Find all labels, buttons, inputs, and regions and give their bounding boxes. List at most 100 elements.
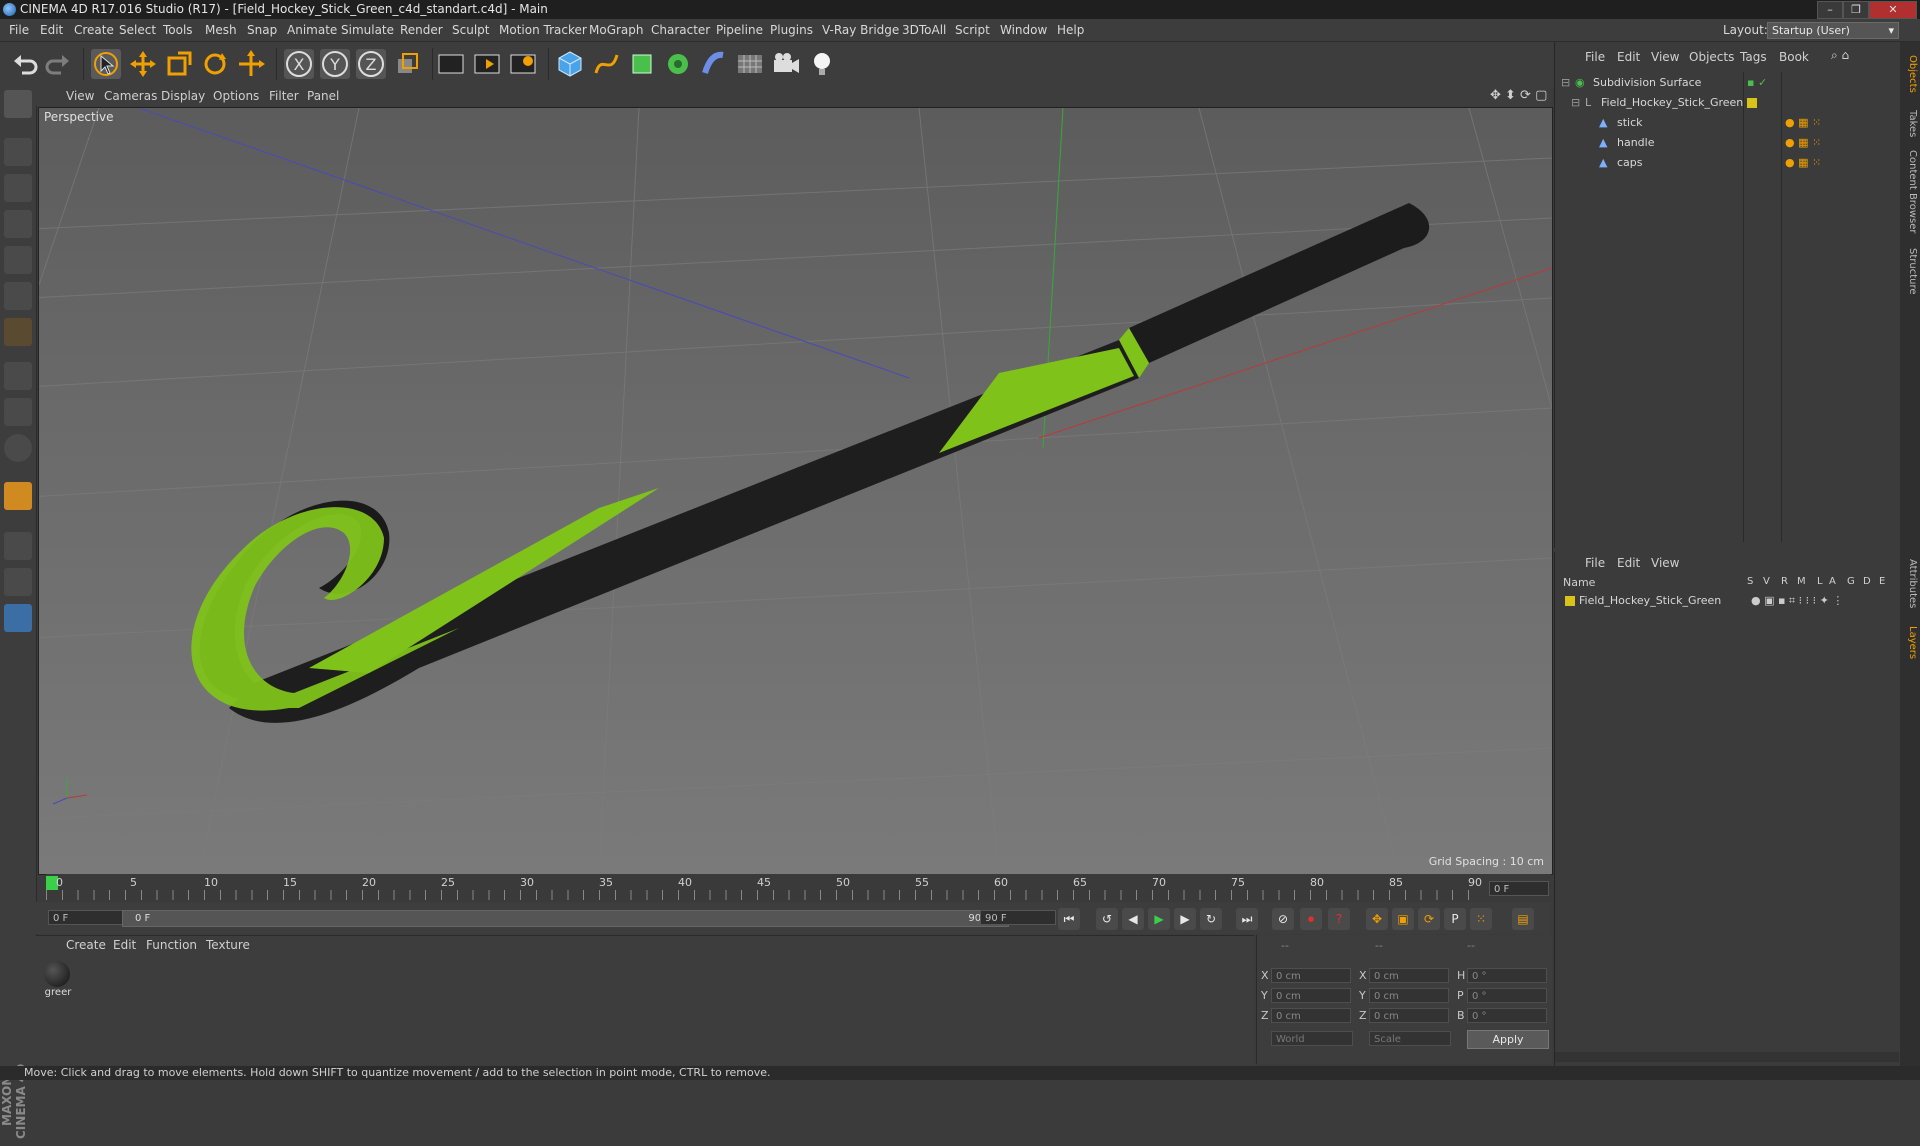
- material-menu-edit[interactable]: Edit: [113, 938, 136, 952]
- select-icon[interactable]: [91, 49, 121, 79]
- record-button[interactable]: ⏺: [1300, 908, 1322, 930]
- material-tags-icon[interactable]: ● ▦ ⁙: [1785, 134, 1821, 152]
- render-to-picture-viewer-icon[interactable]: [472, 49, 502, 79]
- material-menu-create[interactable]: Create: [66, 938, 106, 952]
- frame-range-slider[interactable]: 0 F 90 F: [122, 910, 1009, 927]
- menu-plugins[interactable]: Plugins: [770, 19, 813, 41]
- tweak-mode-icon[interactable]: [4, 398, 32, 426]
- next-key-button[interactable]: ↻: [1200, 908, 1222, 930]
- size-y-field[interactable]: 0 cm: [1369, 988, 1449, 1003]
- object-row-caps[interactable]: ▲ caps ● ▦ ⁙: [1555, 154, 1899, 172]
- rotation-b-field[interactable]: 0 °: [1467, 1008, 1547, 1023]
- current-frame-field[interactable]: 0 F: [1489, 881, 1549, 896]
- menu-sculpt[interactable]: Sculpt: [452, 19, 489, 41]
- play-button[interactable]: ▶: [1148, 908, 1170, 930]
- end-frame-field[interactable]: 90 F: [980, 910, 1056, 925]
- object-row-stick[interactable]: ▲ stick ● ▦ ⁙: [1555, 114, 1899, 132]
- record-keys-off-button[interactable]: ⊘: [1272, 908, 1294, 930]
- viewport-menu-cameras[interactable]: Cameras: [104, 86, 157, 106]
- objects-menu-file[interactable]: File: [1585, 50, 1605, 64]
- nurbs-icon[interactable]: [627, 49, 657, 79]
- layers-menu-file[interactable]: File: [1585, 556, 1605, 570]
- menu-script[interactable]: Script: [955, 19, 990, 41]
- tab-layers[interactable]: Layers: [1902, 620, 1918, 666]
- search-icon[interactable]: ⌕ ⌂: [1831, 48, 1849, 63]
- move-icon[interactable]: [128, 49, 158, 79]
- key-position-button[interactable]: ✥: [1366, 908, 1388, 930]
- size-x-field[interactable]: 0 cm: [1369, 968, 1449, 983]
- autokey-button[interactable]: ?: [1328, 908, 1350, 930]
- timeline-ruler[interactable]: 0 5 10 15 20 25 30 35 40 45 50 55 60 65 …: [46, 874, 1551, 902]
- start-frame-field[interactable]: 0 F: [48, 910, 124, 925]
- menu-help[interactable]: Help: [1057, 19, 1084, 41]
- layers-menu-edit[interactable]: Edit: [1617, 556, 1640, 570]
- axis-x-icon[interactable]: X: [284, 49, 314, 79]
- tab-structure[interactable]: Structure: [1902, 242, 1918, 300]
- objects-menu-bookmarks[interactable]: Book: [1779, 50, 1809, 64]
- rotation-p-field[interactable]: 0 °: [1467, 988, 1547, 1003]
- snap-icon[interactable]: [4, 434, 32, 462]
- object-row-subdivision-surface[interactable]: ⊟ ◉ Subdivision Surface ▪ ✓: [1555, 74, 1899, 92]
- position-y-field[interactable]: 0 cm: [1271, 988, 1351, 1003]
- menu-select[interactable]: Select: [119, 19, 156, 41]
- rotation-h-field[interactable]: 0 °: [1467, 968, 1547, 983]
- edges-mode-icon[interactable]: [4, 282, 32, 310]
- menu-edit[interactable]: Edit: [40, 19, 63, 41]
- previous-frame-button[interactable]: ◀: [1122, 908, 1144, 930]
- menu-character[interactable]: Character: [651, 19, 710, 41]
- texture-mode-icon[interactable]: [4, 174, 32, 202]
- scale-icon[interactable]: [164, 49, 194, 79]
- maximize-button[interactable]: ❐: [1843, 1, 1869, 19]
- viewport-menu-options[interactable]: Options: [213, 86, 259, 106]
- layers-menu-view[interactable]: View: [1651, 556, 1679, 570]
- menu-snap[interactable]: Snap: [247, 19, 277, 41]
- objects-menu-edit[interactable]: Edit: [1617, 50, 1640, 64]
- viewport-navigate-icons[interactable]: ✥ ⬍ ⟳ ▢: [1490, 86, 1547, 106]
- menu-window[interactable]: Window: [1000, 19, 1047, 41]
- coordinate-system-icon[interactable]: [392, 49, 422, 79]
- objects-menu-objects[interactable]: Objects: [1689, 50, 1734, 64]
- magnet-icon[interactable]: [4, 482, 32, 510]
- apply-button[interactable]: Apply: [1467, 1030, 1549, 1049]
- position-x-field[interactable]: 0 cm: [1271, 968, 1351, 983]
- object-row-field-hockey-stick[interactable]: ⊟ L Field_Hockey_Stick_Green: [1555, 94, 1899, 112]
- tab-takes[interactable]: Takes: [1902, 106, 1918, 142]
- make-editable-icon[interactable]: [4, 90, 32, 118]
- menu-file[interactable]: File: [9, 19, 29, 41]
- menu-mograph[interactable]: MoGraph: [589, 19, 644, 41]
- light-icon[interactable]: [807, 49, 837, 79]
- rotate-icon[interactable]: [200, 49, 230, 79]
- axis-y-icon[interactable]: Y: [320, 49, 350, 79]
- previous-key-button[interactable]: ↺: [1096, 908, 1118, 930]
- layer-color-swatch[interactable]: [1565, 596, 1575, 606]
- redo-icon[interactable]: [43, 49, 73, 79]
- layer-toggles-icon[interactable]: ● ▣ ▪ ⌗ ⁝ ⁝ ⁝ ✦ ⋮: [1751, 592, 1843, 610]
- tab-objects[interactable]: Objects: [1902, 50, 1918, 98]
- key-scale-button[interactable]: ▣: [1392, 908, 1414, 930]
- material-swatch[interactable]: greer: [44, 961, 72, 1001]
- menu-motion-tracker[interactable]: Motion Tracker: [499, 19, 587, 41]
- model-mode-icon[interactable]: [4, 138, 32, 166]
- render-settings-icon[interactable]: [508, 49, 538, 79]
- viewport-menu-filter[interactable]: Filter: [269, 86, 299, 106]
- timeline-window-button[interactable]: ▤: [1512, 908, 1534, 930]
- tab-content-browser[interactable]: Content Browser: [1902, 146, 1918, 238]
- objects-menu-view[interactable]: View: [1651, 50, 1679, 64]
- key-parameter-button[interactable]: P: [1444, 908, 1466, 930]
- grid-lock-icon[interactable]: [4, 532, 32, 560]
- layer-horizontal-scrollbar[interactable]: [1555, 1052, 1899, 1062]
- menu-tools[interactable]: Tools: [163, 19, 193, 41]
- deformer-icon[interactable]: [699, 49, 729, 79]
- render-view-icon[interactable]: [436, 49, 466, 79]
- hockey-stick-model[interactable]: [191, 203, 1430, 723]
- polygons-mode-icon[interactable]: [4, 318, 32, 346]
- viewport-menu-display[interactable]: Display: [161, 86, 205, 106]
- transform-icon[interactable]: [236, 49, 266, 79]
- menu-vray-bridge[interactable]: V-Ray Bridge: [822, 19, 899, 41]
- menu-3dtoall[interactable]: 3DToAll: [902, 19, 946, 41]
- material-tags-icon[interactable]: ● ▦ ⁙: [1785, 154, 1821, 172]
- points-mode-icon[interactable]: [4, 246, 32, 274]
- size-z-field[interactable]: 0 cm: [1369, 1008, 1449, 1023]
- menu-create[interactable]: Create: [74, 19, 114, 41]
- menu-pipeline[interactable]: Pipeline: [716, 19, 763, 41]
